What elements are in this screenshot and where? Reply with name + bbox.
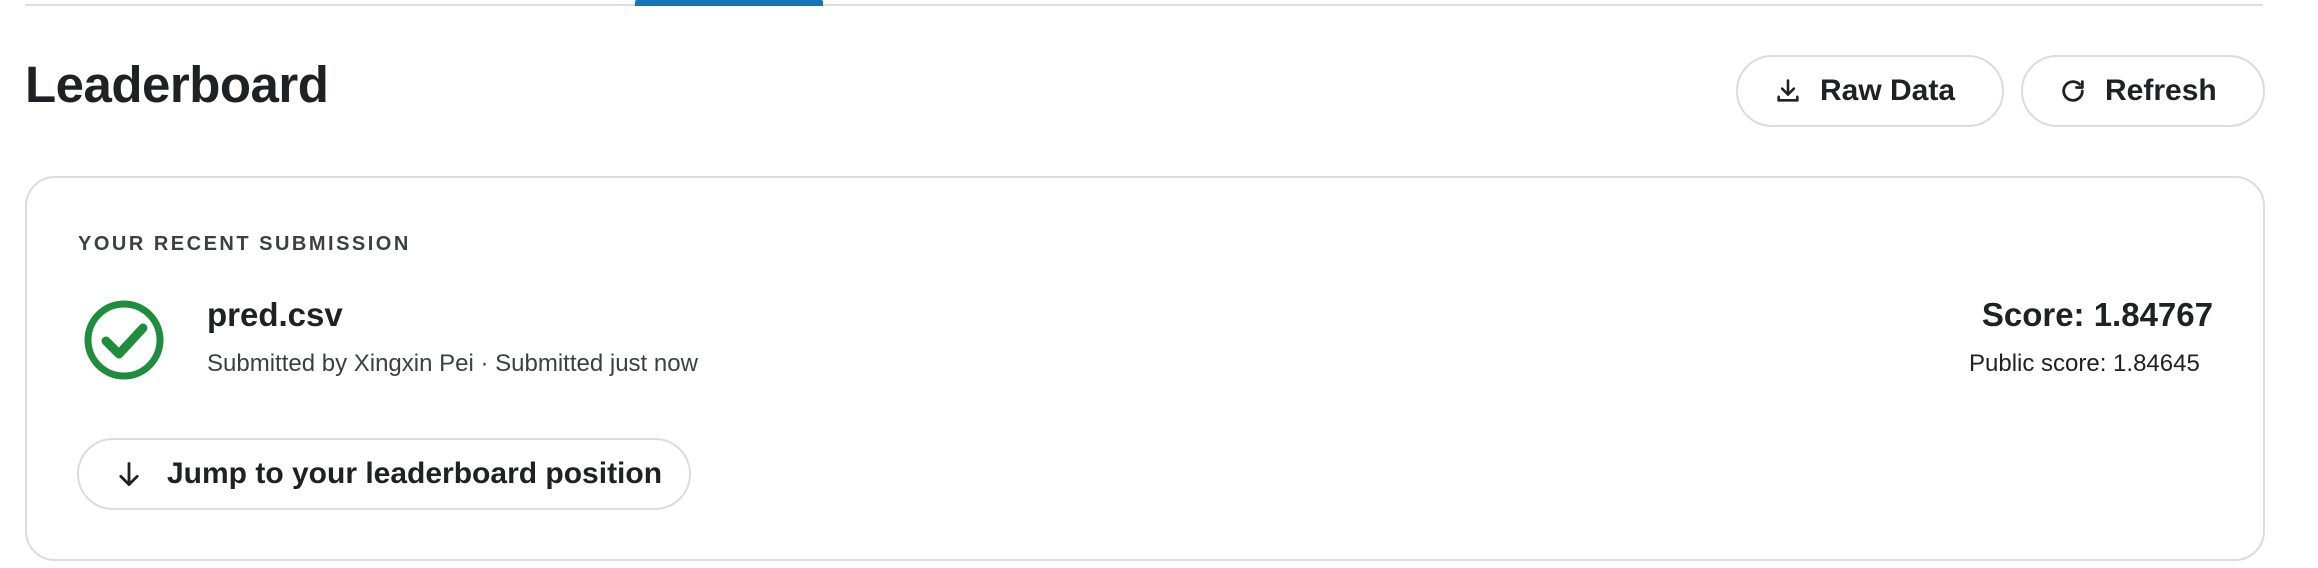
jump-to-position-button[interactable]: Jump to your leaderboard position bbox=[77, 438, 691, 510]
arrow-down-icon bbox=[115, 460, 143, 488]
raw-data-label: Raw Data bbox=[1820, 74, 1956, 107]
refresh-icon bbox=[2059, 77, 2087, 105]
refresh-button[interactable]: Refresh bbox=[2021, 55, 2265, 127]
tab-bar bbox=[25, 0, 2263, 6]
submission-score: Score: 1.84767 bbox=[1981, 296, 2213, 333]
recent-submission-card: YOUR RECENT SUBMISSION pred.csv Submitte… bbox=[25, 176, 2265, 561]
active-tab-indicator bbox=[635, 0, 823, 6]
submission-file-name: pred.csv bbox=[207, 296, 343, 333]
check-circle-icon bbox=[82, 298, 166, 382]
page-title: Leaderboard bbox=[25, 56, 329, 113]
download-icon bbox=[1774, 77, 1802, 105]
public-score: Public score: 1.84645 bbox=[1969, 350, 2200, 377]
submission-meta: Submitted by Xingxin Pei · Submitted jus… bbox=[207, 350, 698, 377]
raw-data-button[interactable]: Raw Data bbox=[1736, 55, 2004, 127]
jump-label: Jump to your leaderboard position bbox=[167, 457, 663, 490]
refresh-label: Refresh bbox=[2105, 74, 2217, 107]
section-label: YOUR RECENT SUBMISSION bbox=[78, 233, 411, 255]
